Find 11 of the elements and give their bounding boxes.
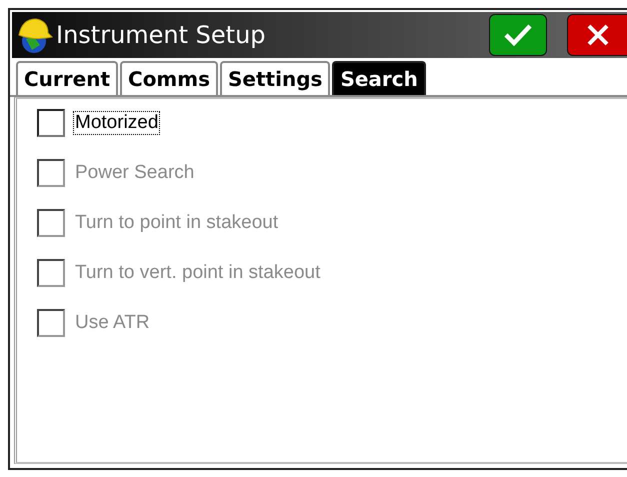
tab[interactable]: Settings	[220, 61, 330, 95]
accept-button[interactable]	[489, 14, 547, 56]
tab[interactable]: Current	[16, 61, 118, 95]
checkbox-label[interactable]: Motorized	[73, 111, 160, 135]
close-icon	[586, 23, 610, 47]
tab[interactable]: Search	[332, 61, 426, 95]
tab[interactable]: Comms	[120, 61, 218, 95]
checkmark-icon	[502, 22, 534, 48]
window-title: Instrument Setup	[56, 21, 266, 49]
close-button[interactable]	[567, 14, 627, 56]
checkbox[interactable]	[37, 109, 65, 137]
